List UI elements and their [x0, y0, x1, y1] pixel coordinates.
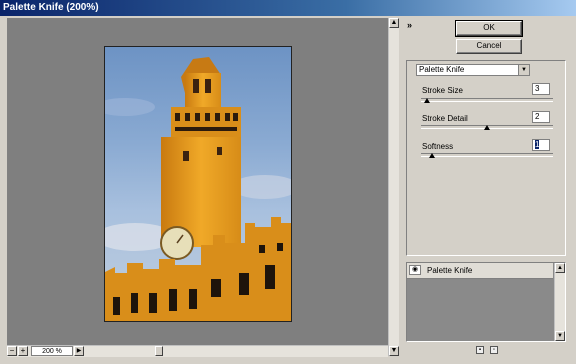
scroll-down-arrow-icon[interactable]: ▼: [389, 346, 399, 356]
scroll-down-arrow-icon[interactable]: ▼: [555, 331, 565, 341]
eye-icon[interactable]: ◉: [409, 265, 421, 275]
stroke-size-field[interactable]: 3: [532, 83, 550, 95]
layer-label: Palette Knife: [427, 266, 473, 275]
stroke-size-label: Stroke Size: [422, 86, 463, 95]
layers-scrollbar[interactable]: ▲ ▼: [554, 263, 565, 341]
softness-slider-thumb[interactable]: [429, 153, 435, 158]
delete-effect-layer-icon[interactable]: ▫: [490, 346, 498, 354]
window-title: Palette Knife (200%): [3, 2, 99, 13]
scroll-thumb[interactable]: [155, 346, 163, 356]
zoom-level[interactable]: 200 %: [31, 346, 73, 356]
softness-value: 1: [535, 140, 540, 149]
stroke-detail-slider-thumb[interactable]: [484, 125, 490, 130]
stroke-detail-label: Stroke Detail: [422, 114, 468, 123]
chevron-down-icon[interactable]: ▼: [518, 65, 529, 75]
preview-horizontal-scrollbar[interactable]: − + 200 % ▶: [7, 345, 388, 357]
title-bar: Palette Knife (200%): [0, 0, 576, 16]
stroke-size-slider-thumb[interactable]: [424, 98, 430, 103]
scroll-up-arrow-icon[interactable]: ▲: [555, 263, 565, 273]
preview-image: [104, 46, 292, 322]
collapse-double-chevron-icon[interactable]: »: [407, 20, 412, 30]
filter-select[interactable]: Palette Knife ▼: [416, 64, 530, 76]
stroke-detail-field[interactable]: 2: [532, 111, 550, 123]
ok-button[interactable]: OK: [455, 20, 523, 37]
list-item[interactable]: ◉ Palette Knife: [407, 263, 553, 279]
new-effect-layer-icon[interactable]: ▪: [476, 346, 484, 354]
stroke-size-slider-track[interactable]: [421, 98, 553, 102]
softness-field[interactable]: 1: [532, 139, 550, 151]
zoom-in-button[interactable]: +: [18, 346, 28, 356]
zoom-out-button[interactable]: −: [7, 346, 17, 356]
cancel-button[interactable]: Cancel: [456, 39, 522, 54]
softness-slider-track[interactable]: [421, 153, 553, 157]
scroll-up-arrow-icon[interactable]: ▲: [389, 18, 399, 28]
filter-select-value: Palette Knife: [419, 65, 465, 74]
scroll-right-arrow-icon[interactable]: ▶: [74, 346, 84, 356]
softness-label: Softness: [422, 142, 454, 151]
effect-layers-list: ◉ Palette Knife ▲ ▼: [406, 262, 566, 342]
preview-vertical-scrollbar[interactable]: ▲ ▼: [388, 18, 399, 356]
